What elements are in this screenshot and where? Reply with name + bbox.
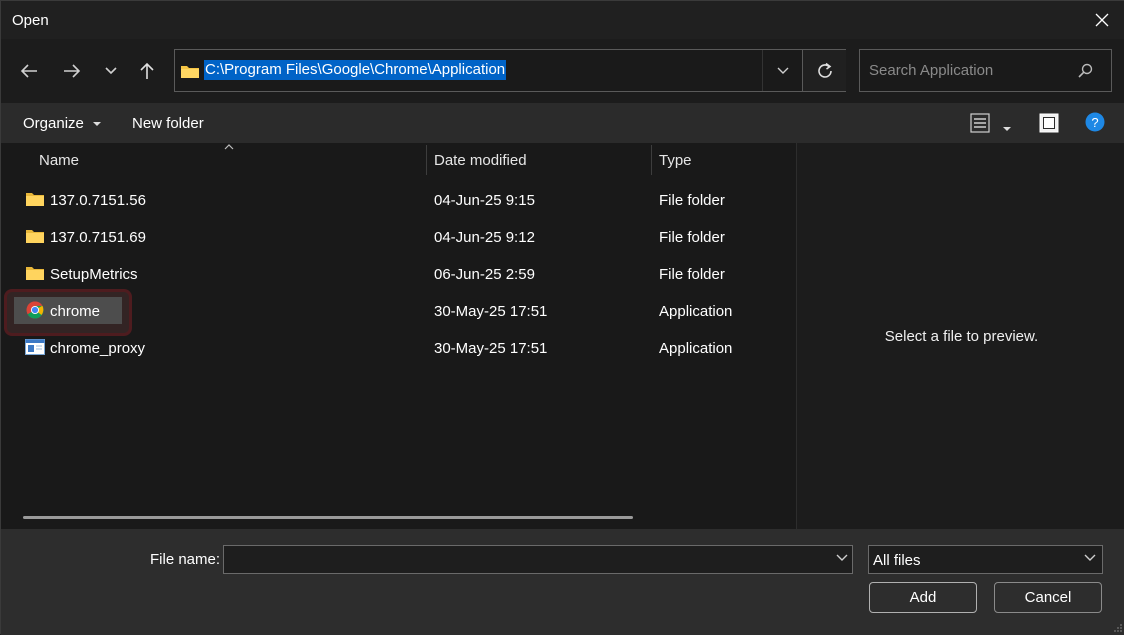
open-file-dialog: Open C:\Program Files\Google\Chrome\Appl… — [0, 0, 1124, 635]
arrow-up-icon — [140, 62, 154, 79]
title-bar: Open — [1, 1, 1124, 39]
file-type: File folder — [659, 266, 725, 283]
close-icon — [1095, 13, 1109, 27]
chrome-icon — [26, 301, 44, 319]
help-icon: ? — [1085, 112, 1105, 132]
command-bar: Organize New folder ? — [1, 103, 1124, 143]
new-folder-button[interactable]: New folder — [132, 115, 204, 132]
folder-icon — [26, 267, 44, 280]
file-name: SetupMetrics — [50, 266, 138, 283]
dialog-footer: File name: All files Add Cancel — [1, 529, 1124, 635]
search-input[interactable] — [869, 62, 1069, 79]
file-type: Application — [659, 340, 733, 357]
file-date: 30-May-25 17:51 — [434, 303, 548, 320]
file-date: 04-Jun-25 9:12 — [434, 229, 535, 246]
application-icon — [25, 339, 45, 355]
file-type-filter-value: All files — [873, 552, 921, 569]
add-button[interactable]: Add — [869, 582, 977, 613]
window-title: Open — [12, 12, 49, 29]
folder-icon — [26, 193, 44, 206]
list-item[interactable]: chrome_proxy 30-May-25 17:51 Application — [1, 329, 796, 366]
refresh-button[interactable] — [802, 50, 846, 91]
file-date: 06-Jun-25 2:59 — [434, 266, 535, 283]
preview-pane-icon — [1039, 113, 1059, 133]
cancel-button[interactable]: Cancel — [994, 582, 1102, 613]
forward-button[interactable] — [56, 55, 88, 87]
close-button[interactable] — [1079, 1, 1124, 39]
file-name-label: File name: — [150, 551, 221, 568]
list-item[interactable]: 137.0.7151.56 04-Jun-25 9:15 File folder — [1, 181, 796, 218]
organize-menu[interactable]: Organize — [23, 115, 102, 132]
organize-label: Organize — [23, 115, 84, 132]
resize-grip-icon[interactable] — [1113, 623, 1123, 633]
details-view-icon — [970, 113, 990, 133]
column-divider[interactable] — [651, 145, 652, 175]
chevron-down-icon[interactable] — [836, 554, 848, 562]
horizontal-scrollbar[interactable] — [23, 516, 633, 519]
preview-message: Select a file to preview. — [884, 328, 1039, 345]
file-name-field[interactable] — [223, 545, 853, 574]
arrow-left-icon — [20, 64, 37, 78]
up-button[interactable] — [131, 55, 163, 87]
folder-icon — [26, 230, 44, 243]
preview-pane-button[interactable] — [1039, 113, 1059, 136]
folder-icon — [181, 66, 199, 78]
preview-pane: Select a file to preview. — [796, 143, 1124, 529]
view-options-dropdown[interactable] — [1002, 119, 1012, 135]
file-name: 137.0.7151.69 — [50, 229, 146, 246]
address-bar[interactable]: C:\Program Files\Google\Chrome\Applicati… — [174, 49, 846, 92]
search-icon — [1078, 63, 1093, 78]
chevron-down-icon — [777, 67, 788, 74]
navigation-bar: C:\Program Files\Google\Chrome\Applicati… — [1, 39, 1124, 103]
file-type: File folder — [659, 229, 725, 246]
list-item[interactable]: SetupMetrics 06-Jun-25 2:59 File folder — [1, 255, 796, 292]
file-list: Name Date modified Type 137.0.7151.56 04… — [1, 143, 796, 529]
file-date: 04-Jun-25 9:15 — [434, 192, 535, 209]
address-history-button[interactable] — [762, 50, 802, 91]
sort-ascending-icon — [224, 144, 234, 150]
chevron-down-icon — [1084, 554, 1096, 561]
search-box[interactable] — [859, 49, 1112, 92]
change-view-button[interactable] — [970, 113, 990, 136]
arrow-right-icon — [64, 64, 81, 78]
help-button[interactable]: ? — [1085, 112, 1105, 135]
chevron-down-icon — [105, 67, 117, 75]
recent-locations-button[interactable] — [95, 55, 127, 87]
address-path[interactable]: C:\Program Files\Google\Chrome\Applicati… — [204, 60, 507, 80]
file-type: Application — [659, 303, 733, 320]
back-button[interactable] — [13, 55, 45, 87]
file-type-filter[interactable]: All files — [868, 545, 1103, 574]
file-name: chrome — [50, 303, 101, 320]
file-type: File folder — [659, 192, 725, 209]
list-item[interactable]: 137.0.7151.69 04-Jun-25 9:12 File folder — [1, 218, 796, 255]
caret-down-icon — [1003, 127, 1011, 131]
file-name: 137.0.7151.56 — [50, 192, 146, 209]
caret-down-icon — [93, 122, 102, 127]
list-item-selected[interactable]: chrome 30-May-25 17:51 Application — [1, 292, 796, 329]
svg-text:?: ? — [1091, 115, 1098, 130]
file-name: chrome_proxy — [50, 340, 146, 357]
column-divider[interactable] — [426, 145, 427, 175]
file-date: 30-May-25 17:51 — [434, 340, 548, 357]
refresh-icon — [817, 62, 832, 78]
